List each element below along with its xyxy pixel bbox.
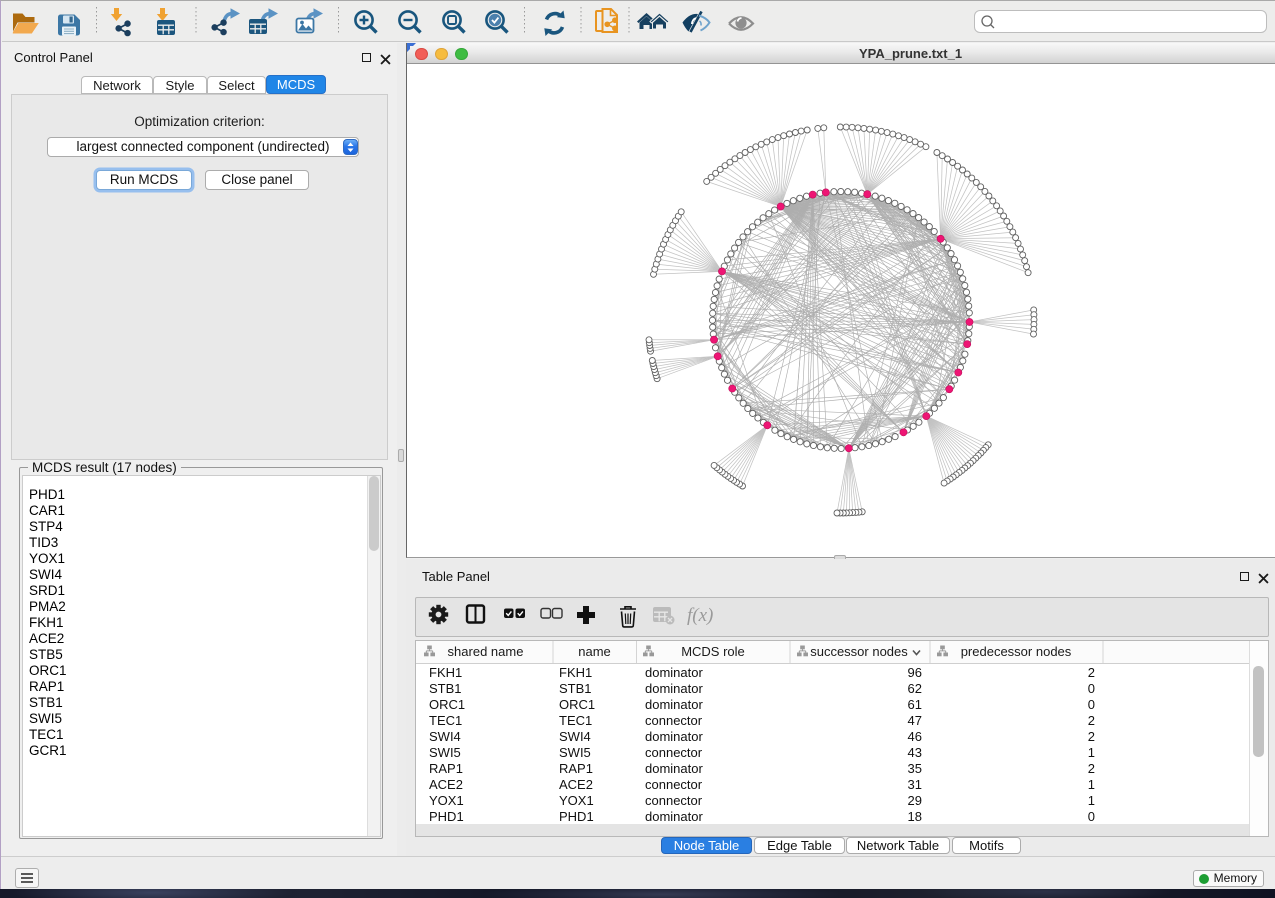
- svg-text:successor nodes: successor nodes: [810, 644, 908, 659]
- svg-text:f(x): f(x): [687, 605, 713, 626]
- svg-text:predecessor nodes: predecessor nodes: [961, 644, 1072, 659]
- svg-text:shared name: shared name: [448, 644, 524, 659]
- svg-text:MCDS role: MCDS role: [681, 644, 745, 659]
- svg-text:name: name: [578, 644, 611, 659]
